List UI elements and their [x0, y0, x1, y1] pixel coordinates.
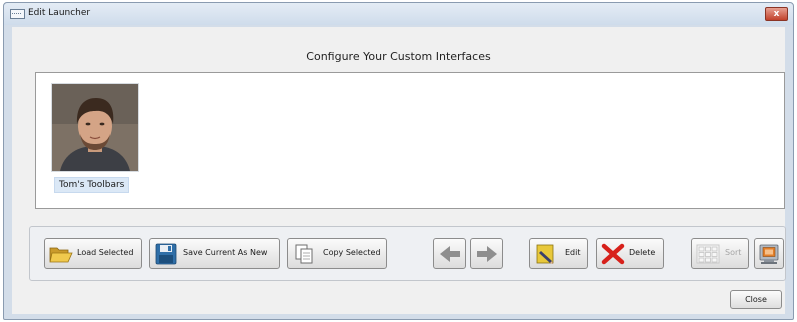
window-title: Edit Launcher [28, 8, 91, 18]
load-selected-label: Load Selected [77, 248, 134, 257]
close-button[interactable]: Close [730, 290, 782, 309]
edit-pencil-icon [534, 243, 558, 265]
delete-label: Delete [629, 248, 656, 257]
computer-button[interactable] [754, 238, 784, 269]
action-toolbar: Load Selected Save Current As New Copy S… [29, 226, 786, 281]
window-close-button[interactable]: x [765, 7, 788, 21]
sort-label: Sort [725, 248, 742, 257]
delete-x-icon [601, 243, 625, 265]
computer-monitor-icon [757, 243, 781, 265]
sort-button[interactable]: Sort [691, 238, 749, 269]
load-selected-button[interactable]: Load Selected [44, 238, 142, 269]
delete-button[interactable]: Delete [596, 238, 664, 269]
save-current-as-new-label: Save Current As New [183, 248, 268, 257]
edit-label: Edit [565, 248, 581, 257]
sort-grid-icon [696, 243, 720, 265]
dialog-body: Configure Your Custom Interfaces Tom's T… [12, 27, 786, 314]
floppy-disk-icon [154, 243, 178, 265]
copy-selected-button[interactable]: Copy Selected [287, 238, 387, 269]
app-window-icon [10, 9, 25, 19]
copy-selected-label: Copy Selected [323, 248, 381, 257]
move-right-button[interactable] [470, 238, 503, 269]
copy-pages-icon [292, 243, 316, 265]
launcher-item-toms-toolbars[interactable]: Tom's Toolbars [47, 83, 141, 193]
right-arrow-icon [475, 243, 499, 265]
open-folder-icon [49, 243, 73, 265]
save-current-as-new-button[interactable]: Save Current As New [149, 238, 280, 269]
user-photo-icon [51, 83, 139, 172]
launcher-label: Tom's Toolbars [54, 177, 130, 193]
title-bar[interactable]: Edit Launcher x [4, 3, 793, 25]
edit-launcher-window: Edit Launcher x Configure Your Custom In… [3, 2, 794, 320]
edit-button[interactable]: Edit [529, 238, 588, 269]
left-arrow-icon [438, 243, 462, 265]
page-title: Configure Your Custom Interfaces [306, 50, 491, 63]
move-left-button[interactable] [433, 238, 466, 269]
launcher-list[interactable]: Tom's Toolbars [35, 72, 785, 209]
